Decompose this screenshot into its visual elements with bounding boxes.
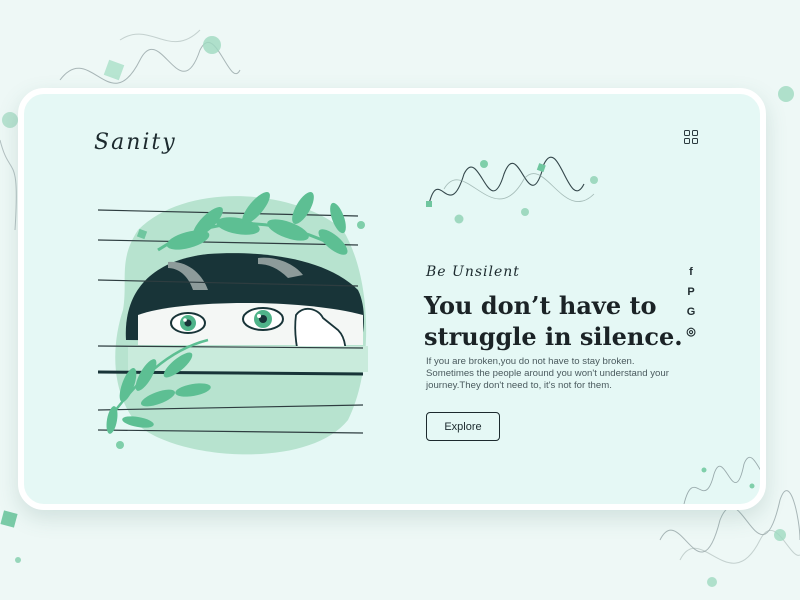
menu-grid-icon[interactable]: [684, 130, 698, 144]
g-icon[interactable]: G: [684, 305, 698, 319]
hero-headline: You don’t have to struggle in silence.: [424, 291, 683, 351]
instagram-icon[interactable]: ◎: [684, 325, 698, 339]
hero-illustration: [98, 192, 368, 455]
hero-tagline: Be Unsilent: [426, 264, 520, 280]
explore-button[interactable]: Explore: [426, 412, 500, 441]
facebook-icon[interactable]: f: [684, 265, 698, 279]
pinterest-icon[interactable]: P: [684, 285, 698, 299]
hero-card: Sanity Be Unsilent You don’t have to str…: [18, 88, 766, 510]
hero-body: If you are broken,you do not have to sta…: [426, 356, 669, 391]
brand-logo[interactable]: Sanity: [94, 130, 177, 155]
social-links: f P G ◎: [684, 265, 698, 345]
